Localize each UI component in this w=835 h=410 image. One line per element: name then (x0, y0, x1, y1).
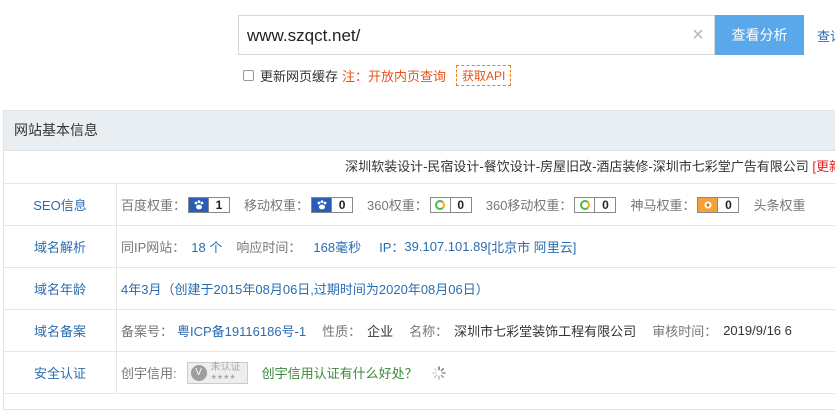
site-info-panel: 网站基本信息 深圳软装设计-民宿设计-餐饮设计-房屋旧改-酒店装修-深圳市七彩堂… (3, 110, 835, 410)
ip-label: IP： (379, 240, 405, 255)
dns-content: 同IP网站： 18 个 响应时间： 168毫秒 IP： 39.107.101.8… (121, 226, 576, 267)
shenma-rank-value: 0 (717, 197, 738, 212)
options-row: 更新网页缓存 注：开放内页查询 获取API (243, 64, 512, 86)
refresh-cache-checkbox[interactable] (243, 69, 254, 81)
seo-label[interactable]: SEO信息 (4, 184, 117, 225)
search-input[interactable] (247, 24, 667, 48)
rank-360-value: 0 (449, 197, 471, 212)
icp-name-value: 深圳市七彩堂装饰工程有限公司 (454, 324, 637, 339)
ip-value[interactable]: 39.107.101.89 (404, 239, 487, 254)
icp-type-label: 性质： (322, 324, 362, 339)
baidu-rank-label: 百度权重： (121, 198, 187, 213)
loading-spinner-icon (431, 365, 446, 380)
search-box: × (238, 15, 715, 55)
seo-content: 百度权重： 1 移动权重： 0 360权重： 0 360移动权重： 0 神马权重… (121, 184, 805, 225)
same-ip-value[interactable]: 18 个 (191, 237, 222, 256)
dns-row: 域名解析 同IP网站： 18 个 响应时间： 168毫秒 IP： 39.107.… (4, 226, 835, 268)
icp-type-value: 企业 (367, 324, 394, 339)
rank-360-badge[interactable]: 0 (429, 196, 472, 213)
horse-icon (698, 197, 718, 212)
inner-page-note: 注：开放内页查询 (342, 68, 447, 84)
shenma-rank-label: 神马权重： (630, 198, 696, 213)
security-label[interactable]: 安全认证 (4, 352, 117, 393)
toutiao-rank-label: 头条权重 (753, 198, 806, 213)
baidu-rank-value: 1 (208, 197, 229, 212)
cx-credit-label: 创宇信用: (121, 366, 177, 381)
icp-no-label: 备案号： (121, 324, 174, 339)
analyze-button[interactable]: 查看分析 (715, 15, 804, 55)
panel-heading: 网站基本信息 (4, 111, 835, 151)
badge-stars: ★★★★ (210, 373, 236, 381)
paw-icon (189, 197, 209, 212)
rank-360-mobile-value: 0 (594, 197, 615, 212)
icp-label[interactable]: 域名备案 (4, 310, 117, 351)
icp-name-label: 名称： (409, 324, 449, 339)
paw-icon (312, 197, 332, 212)
age-row: 域名年龄 4年3月（创建于2015年08月06日,过期时间为2020年08月06… (4, 268, 835, 310)
refresh-cache-label: 更新网页缓存 (260, 68, 339, 84)
badge-text-wrap: 未认证 ★★★★ (210, 361, 241, 383)
badge-text: 未认证 (210, 361, 241, 373)
rank-360-label: 360权重： (367, 198, 428, 213)
rank-360-mobile-badge[interactable]: 0 (574, 196, 617, 213)
ring-icon (575, 197, 595, 212)
query-link[interactable]: 查诘 (817, 26, 835, 45)
mobile-rank-value: 0 (331, 197, 352, 212)
rank-360-mobile-label: 360移动权重： (485, 198, 573, 213)
dns-label[interactable]: 域名解析 (4, 226, 117, 267)
age-label[interactable]: 域名年龄 (4, 268, 117, 309)
baidu-rank-badge[interactable]: 1 (188, 196, 231, 213)
site-title: 深圳软装设计-民宿设计-餐饮设计-房屋旧改-酒店装修-深圳市七彩堂广告有限公司 (345, 159, 809, 174)
icp-date-value: 2019/9/16 6 (723, 323, 792, 338)
icp-no-value[interactable]: 粤ICP备19116186号-1 (177, 321, 306, 340)
domain-age-value: 4年3月（创建于2015年08月06日,过期时间为2020年08月06日） (121, 282, 489, 297)
update-title-link[interactable]: [更新 (812, 159, 835, 174)
response-time-label: 响应时间： (236, 240, 302, 255)
get-api-button[interactable]: 获取API (456, 64, 512, 86)
security-content: 创宇信用: V 未认证 ★★★★ 创宇信用认证有什么好处？ (121, 352, 446, 393)
ring-icon (430, 197, 450, 212)
same-ip-label: 同IP网站： (121, 240, 186, 255)
site-title-row: 深圳软装设计-民宿设计-餐饮设计-房屋旧改-酒店装修-深圳市七彩堂广告有限公司 … (4, 151, 835, 184)
security-row: 安全认证 创宇信用: V 未认证 ★★★★ 创宇信用认证有什么好处？ (4, 352, 835, 394)
age-content: 4年3月（创建于2015年08月06日,过期时间为2020年08月06日） (121, 268, 489, 309)
icp-row: 域名备案 备案号： 粤ICP备19116186号-1 性质： 企业 名称： 深圳… (4, 310, 835, 352)
uncertified-badge[interactable]: V 未认证 ★★★★ (186, 361, 248, 384)
credit-benefit-link[interactable]: 创宇信用认证有什么好处？ (262, 363, 418, 382)
icp-content: 备案号： 粤ICP备19116186号-1 性质： 企业 名称： 深圳市七彩堂装… (121, 310, 792, 351)
response-time-value: 168毫秒 (313, 240, 362, 255)
seo-row: SEO信息 百度权重： 1 移动权重： 0 360权重： 0 360移动权重： … (4, 184, 835, 226)
icp-date-label: 审核时间： (652, 324, 718, 339)
mobile-rank-label: 移动权重： (244, 198, 310, 213)
v-shield-icon: V (190, 364, 207, 381)
clear-icon[interactable]: × (688, 25, 708, 45)
shenma-rank-badge[interactable]: 0 (697, 196, 740, 213)
mobile-rank-badge[interactable]: 0 (311, 196, 354, 213)
ip-location: [北京市 阿里云] (487, 240, 577, 255)
